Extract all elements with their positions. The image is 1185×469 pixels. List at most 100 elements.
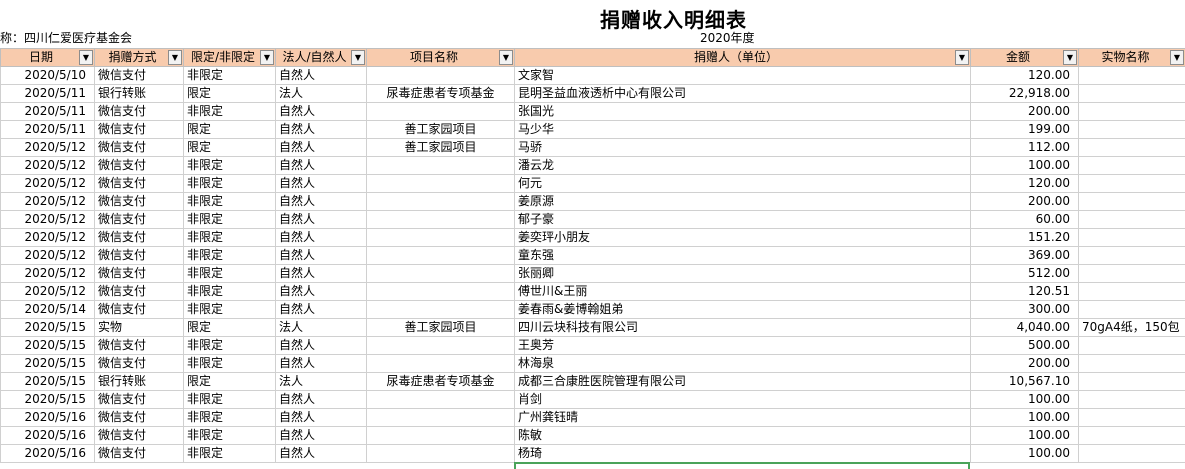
project-cell[interactable] bbox=[366, 282, 515, 301]
type-cell[interactable]: 自然人 bbox=[275, 210, 367, 229]
donor-cell[interactable]: 昆明圣益血液透析中心有限公司 bbox=[514, 84, 971, 103]
date-cell[interactable]: 2020/5/12 bbox=[0, 210, 95, 229]
type-cell[interactable]: 自然人 bbox=[275, 192, 367, 211]
method-cell[interactable]: 微信支付 bbox=[94, 246, 184, 265]
filter-dropdown-icon[interactable]: ▼ bbox=[1170, 50, 1184, 65]
method-cell[interactable]: 微信支付 bbox=[94, 390, 184, 409]
date-cell[interactable]: 2020/5/11 bbox=[0, 84, 95, 103]
donor-cell[interactable]: 何元 bbox=[514, 174, 971, 193]
amount-cell[interactable]: 200.00 bbox=[970, 102, 1079, 121]
restrict-cell[interactable]: 非限定 bbox=[183, 300, 276, 319]
item-cell[interactable] bbox=[1078, 174, 1185, 193]
date-cell[interactable]: 2020/5/11 bbox=[0, 102, 95, 121]
restrict-cell[interactable]: 非限定 bbox=[183, 246, 276, 265]
project-cell[interactable]: 善工家园项目 bbox=[366, 318, 515, 337]
type-cell[interactable]: 自然人 bbox=[275, 174, 367, 193]
date-cell[interactable]: 2020/5/10 bbox=[0, 66, 95, 85]
donor-cell[interactable]: 张丽卿 bbox=[514, 264, 971, 283]
amount-cell[interactable]: 120.51 bbox=[970, 282, 1079, 301]
donor-cell[interactable]: 文家智 bbox=[514, 66, 971, 85]
item-cell[interactable] bbox=[1078, 372, 1185, 391]
method-cell[interactable]: 银行转账 bbox=[94, 84, 184, 103]
project-cell[interactable] bbox=[366, 174, 515, 193]
method-cell[interactable]: 微信支付 bbox=[94, 102, 184, 121]
date-cell[interactable]: 2020/5/15 bbox=[0, 336, 95, 355]
type-cell[interactable]: 自然人 bbox=[275, 120, 367, 139]
type-cell[interactable]: 自然人 bbox=[275, 228, 367, 247]
project-cell[interactable] bbox=[366, 156, 515, 175]
date-cell[interactable]: 2020/5/12 bbox=[0, 228, 95, 247]
method-cell[interactable]: 微信支付 bbox=[94, 300, 184, 319]
item-cell[interactable] bbox=[1078, 408, 1185, 427]
type-cell[interactable]: 自然人 bbox=[275, 444, 367, 463]
restrict-cell[interactable]: 非限定 bbox=[183, 66, 276, 85]
donor-cell[interactable]: 姜奕玶小朋友 bbox=[514, 228, 971, 247]
item-cell[interactable] bbox=[1078, 390, 1185, 409]
restrict-cell[interactable]: 非限定 bbox=[183, 210, 276, 229]
method-cell[interactable]: 微信支付 bbox=[94, 120, 184, 139]
amount-cell[interactable]: 10,567.10 bbox=[970, 372, 1079, 391]
restrict-cell[interactable]: 非限定 bbox=[183, 282, 276, 301]
method-cell[interactable]: 实物 bbox=[94, 318, 184, 337]
item-cell[interactable] bbox=[1078, 210, 1185, 229]
amount-cell[interactable]: 200.00 bbox=[970, 192, 1079, 211]
donor-cell[interactable]: 姜原源 bbox=[514, 192, 971, 211]
item-cell[interactable]: 70gA4纸，150包 bbox=[1078, 318, 1185, 337]
amount-cell[interactable]: 100.00 bbox=[970, 390, 1079, 409]
method-cell[interactable]: 微信支付 bbox=[94, 408, 184, 427]
type-cell[interactable]: 自然人 bbox=[275, 354, 367, 373]
restrict-cell[interactable]: 限定 bbox=[183, 372, 276, 391]
item-cell[interactable] bbox=[1078, 192, 1185, 211]
item-cell[interactable] bbox=[1078, 138, 1185, 157]
amount-cell[interactable]: 120.00 bbox=[970, 174, 1079, 193]
method-cell[interactable]: 银行转账 bbox=[94, 372, 184, 391]
date-cell[interactable]: 2020/5/15 bbox=[0, 372, 95, 391]
amount-cell[interactable]: 100.00 bbox=[970, 426, 1079, 445]
amount-cell[interactable]: 300.00 bbox=[970, 300, 1079, 319]
filter-dropdown-icon[interactable]: ▼ bbox=[351, 50, 365, 65]
method-cell[interactable]: 微信支付 bbox=[94, 426, 184, 445]
type-cell[interactable]: 自然人 bbox=[275, 336, 367, 355]
item-cell[interactable] bbox=[1078, 444, 1185, 463]
type-cell[interactable]: 自然人 bbox=[275, 66, 367, 85]
restrict-cell[interactable]: 非限定 bbox=[183, 426, 276, 445]
donor-cell[interactable]: 杨琦 bbox=[514, 444, 971, 463]
amount-cell[interactable]: 120.00 bbox=[970, 66, 1079, 85]
project-cell[interactable] bbox=[366, 300, 515, 319]
method-cell[interactable]: 微信支付 bbox=[94, 354, 184, 373]
donor-cell[interactable]: 肖剑 bbox=[514, 390, 971, 409]
date-cell[interactable]: 2020/5/12 bbox=[0, 138, 95, 157]
method-cell[interactable]: 微信支付 bbox=[94, 174, 184, 193]
amount-cell[interactable]: 112.00 bbox=[970, 138, 1079, 157]
item-cell[interactable] bbox=[1078, 264, 1185, 283]
restrict-cell[interactable]: 非限定 bbox=[183, 174, 276, 193]
filter-dropdown-icon[interactable]: ▼ bbox=[168, 50, 182, 65]
project-cell[interactable] bbox=[366, 390, 515, 409]
date-cell[interactable]: 2020/5/11 bbox=[0, 120, 95, 139]
method-cell[interactable]: 微信支付 bbox=[94, 444, 184, 463]
method-cell[interactable]: 微信支付 bbox=[94, 264, 184, 283]
restrict-cell[interactable]: 非限定 bbox=[183, 408, 276, 427]
project-cell[interactable]: 尿毒症患者专项基金 bbox=[366, 372, 515, 391]
date-cell[interactable]: 2020/5/12 bbox=[0, 246, 95, 265]
restrict-cell[interactable]: 非限定 bbox=[183, 354, 276, 373]
date-cell[interactable]: 2020/5/12 bbox=[0, 156, 95, 175]
amount-cell[interactable]: 369.00 bbox=[970, 246, 1079, 265]
donor-cell[interactable]: 王奥芳 bbox=[514, 336, 971, 355]
amount-cell[interactable]: 199.00 bbox=[970, 120, 1079, 139]
method-cell[interactable]: 微信支付 bbox=[94, 282, 184, 301]
method-cell[interactable]: 微信支付 bbox=[94, 210, 184, 229]
type-cell[interactable]: 自然人 bbox=[275, 102, 367, 121]
item-cell[interactable] bbox=[1078, 336, 1185, 355]
filter-dropdown-icon[interactable]: ▼ bbox=[955, 50, 969, 65]
amount-cell[interactable]: 151.20 bbox=[970, 228, 1079, 247]
project-cell[interactable] bbox=[366, 246, 515, 265]
project-cell[interactable] bbox=[366, 426, 515, 445]
filter-dropdown-icon[interactable]: ▼ bbox=[1063, 50, 1077, 65]
date-cell[interactable]: 2020/5/12 bbox=[0, 282, 95, 301]
type-cell[interactable]: 自然人 bbox=[275, 138, 367, 157]
date-cell[interactable]: 2020/5/15 bbox=[0, 354, 95, 373]
method-cell[interactable]: 微信支付 bbox=[94, 192, 184, 211]
project-cell[interactable] bbox=[366, 408, 515, 427]
amount-cell[interactable]: 60.00 bbox=[970, 210, 1079, 229]
